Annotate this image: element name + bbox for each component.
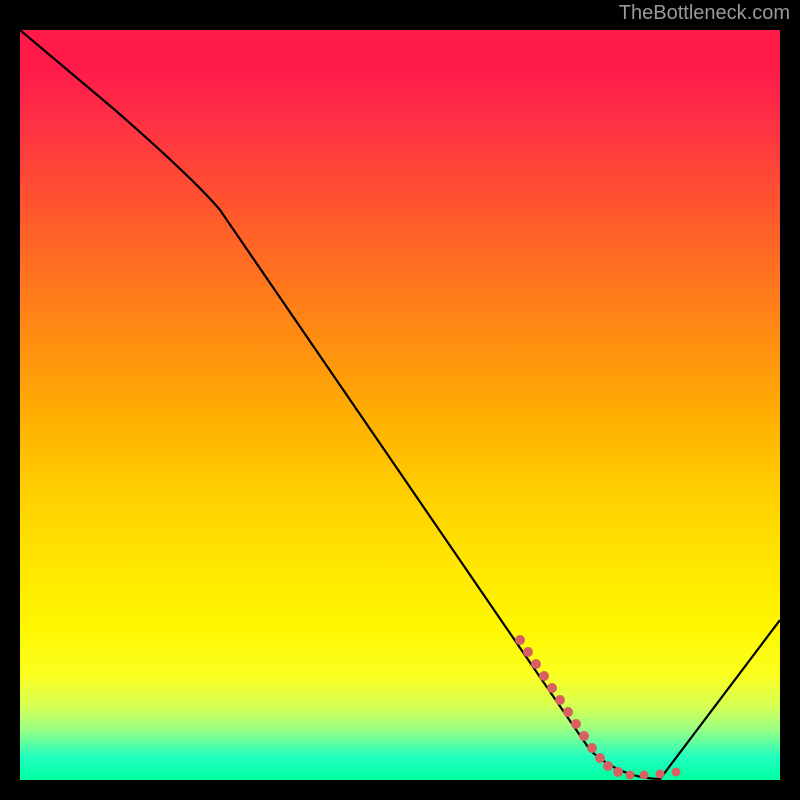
attribution-text: TheBottleneck.com <box>619 2 790 25</box>
chart-area <box>20 30 780 780</box>
bottleneck-curve <box>20 30 780 779</box>
dotted-segment <box>515 635 681 780</box>
chart-svg <box>20 30 780 780</box>
